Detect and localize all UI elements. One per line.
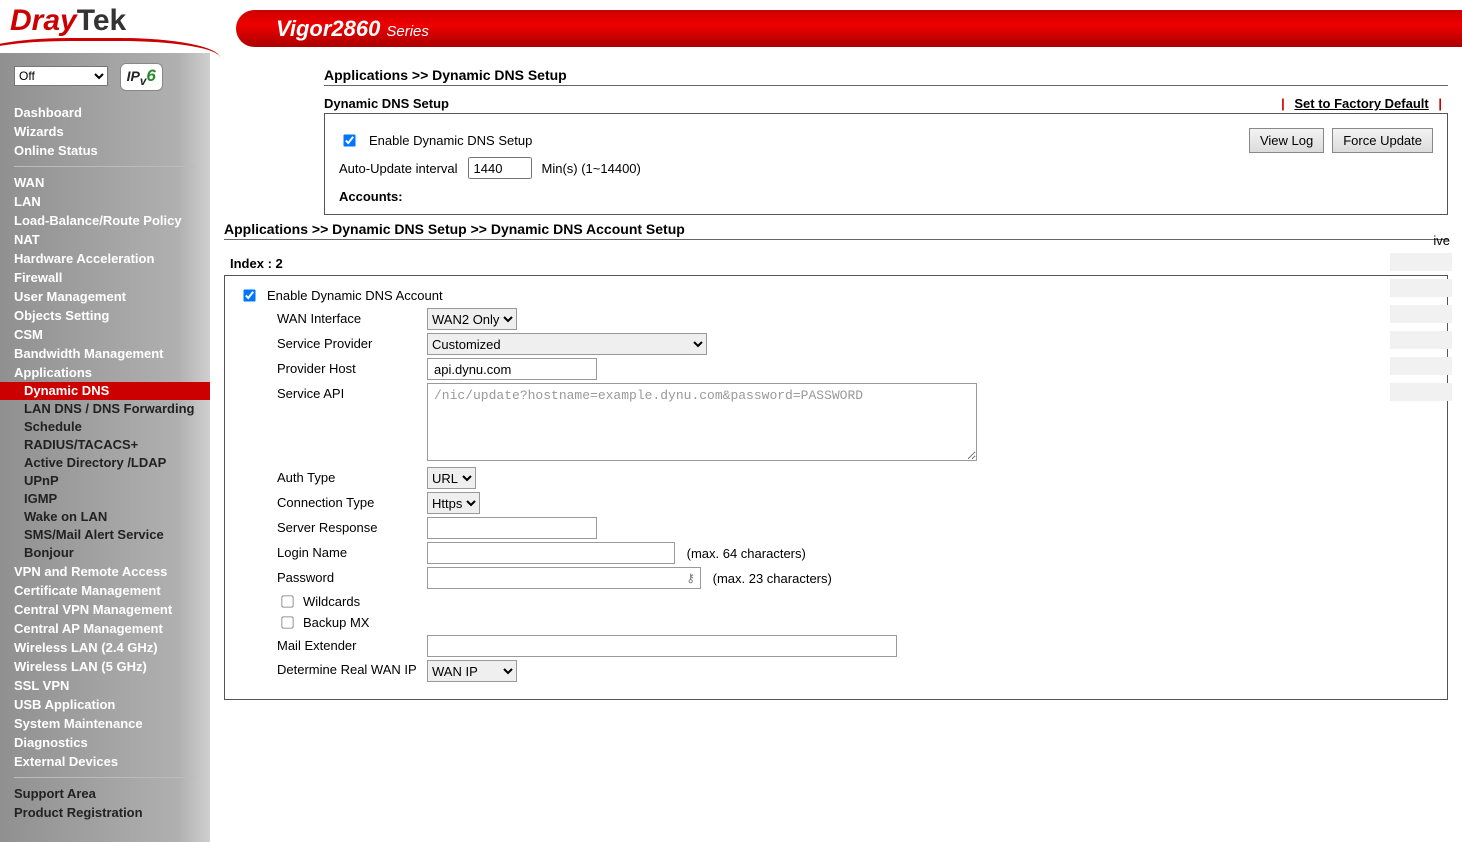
login-hint: (max. 64 characters) [687,546,806,561]
nav-sub-igmp[interactable]: IGMP [0,490,210,508]
provider-host-input[interactable] [427,358,597,380]
nav-dashboard[interactable]: Dashboard [0,103,210,122]
ddns-setup-panel: Enable Dynamic DNS Setup View Log Force … [324,113,1448,215]
nav-support-area[interactable]: Support Area [0,784,210,803]
connection-type-select[interactable]: Https [427,492,480,514]
nav-objects-setting[interactable]: Objects Setting [0,306,210,325]
wan-interface-select[interactable]: WAN2 Only [427,308,517,330]
login-name-input[interactable] [427,542,675,564]
nav-firewall[interactable]: Firewall [0,268,210,287]
nav-sub-radius[interactable]: RADIUS/TACACS+ [0,436,210,454]
model-banner: Vigor2860Series [236,10,1462,47]
nav-central-vpn[interactable]: Central VPN Management [0,600,210,619]
determine-wan-select[interactable]: WAN IP [427,660,517,682]
mail-extender-input[interactable] [427,635,897,657]
auto-update-input[interactable] [468,157,532,179]
breadcrumb-2: Applications >> Dynamic DNS Setup >> Dyn… [224,221,1448,237]
nav-diagnostics[interactable]: Diagnostics [0,733,210,752]
nav-sub-sms-mail[interactable]: SMS/Mail Alert Service [0,526,210,544]
nav-wlan-5[interactable]: Wireless LAN (5 GHz) [0,657,210,676]
password-input[interactable] [427,567,701,589]
nav-sub-upnp[interactable]: UPnP [0,472,210,490]
auth-type-select[interactable]: URL [427,467,476,489]
nav-wizards[interactable]: Wizards [0,122,210,141]
label-provider-host: Provider Host [277,358,427,376]
nav-sub-schedule[interactable]: Schedule [0,418,210,436]
enable-ddns-checkbox[interactable] [343,134,355,146]
enable-ddns-label: Enable Dynamic DNS Setup [369,133,532,148]
label-login-name: Login Name [277,542,427,560]
label-server-response: Server Response [277,517,427,535]
nav-nat[interactable]: NAT [0,230,210,249]
nav-usb-app[interactable]: USB Application [0,695,210,714]
service-api-textarea[interactable]: /nic/update?hostname=example.dynu.com&pa… [427,383,977,461]
sidebar: Off IPv6 Dashboard Wizards Online Status… [0,53,210,842]
label-service-provider: Service Provider [277,333,427,351]
index-label: Index : 2 [230,256,1448,271]
nav-hw-accel[interactable]: Hardware Acceleration [0,249,210,268]
nav-wan[interactable]: WAN [0,173,210,192]
label-password: Password [277,567,427,585]
logo-swoosh [0,30,250,50]
nav-online-status[interactable]: Online Status [0,141,210,160]
force-update-button[interactable]: Force Update [1332,128,1433,153]
label-mail-extender: Mail Extender [277,635,427,653]
obscured-table-rows [1390,253,1452,409]
view-log-button[interactable]: View Log [1249,128,1324,153]
nav-central-ap[interactable]: Central AP Management [0,619,210,638]
nav-ext-devices[interactable]: External Devices [0,752,210,771]
pipe-icon: | [1438,96,1442,111]
breadcrumb-1: Applications >> Dynamic DNS Setup [324,67,1448,83]
enable-account-label: Enable Dynamic DNS Account [267,288,443,303]
section-title-ddns-setup: Dynamic DNS Setup [324,96,449,111]
nav-sub-ad-ldap[interactable]: Active Directory /LDAP [0,454,210,472]
nav-vpn-remote[interactable]: VPN and Remote Access [0,562,210,581]
auto-update-label: Auto-Update interval [339,161,458,176]
enable-account-checkbox[interactable] [243,289,255,301]
accounts-heading: Accounts: [339,189,1433,204]
backup-mx-label: Backup MX [303,615,369,630]
backup-mx-checkbox[interactable] [281,616,293,628]
nav-csm[interactable]: CSM [0,325,210,344]
nav-sys-maint[interactable]: System Maintenance [0,714,210,733]
nav-sub-lan-dns[interactable]: LAN DNS / DNS Forwarding [0,400,210,418]
password-hint: (max. 23 characters) [713,571,832,586]
pipe-icon: | [1281,96,1285,111]
nav-applications[interactable]: Applications [0,363,210,382]
ddns-account-panel: Enable Dynamic DNS Account WAN Interface… [224,275,1448,700]
nav-user-mgmt[interactable]: User Management [0,287,210,306]
server-response-input[interactable] [427,517,597,539]
auto-update-suffix: Min(s) (1~14400) [542,161,641,176]
label-service-api: Service API [277,383,427,401]
nav-wlan-24[interactable]: Wireless LAN (2.4 GHz) [0,638,210,657]
partial-column-header: ive [1433,233,1450,248]
nav-cert-mgmt[interactable]: Certificate Management [0,581,210,600]
nav-sub-dynamic-dns[interactable]: Dynamic DNS [0,382,210,400]
service-provider-select[interactable]: Customized [427,333,707,355]
nav-ssl-vpn[interactable]: SSL VPN [0,676,210,695]
label-determine-wan: Determine Real WAN IP [277,660,427,677]
nav-bandwidth-mgmt[interactable]: Bandwidth Management [0,344,210,363]
wildcards-checkbox[interactable] [281,595,293,607]
label-wan-if: WAN Interface [277,308,427,326]
nav-sub-bonjour[interactable]: Bonjour [0,544,210,562]
label-conn-type: Connection Type [277,492,427,510]
wildcards-label: Wildcards [303,594,360,609]
factory-default-link[interactable]: Set to Factory Default [1294,96,1428,111]
nav-product-reg[interactable]: Product Registration [0,803,210,822]
nav-sub-wol[interactable]: Wake on LAN [0,508,210,526]
nav-lan[interactable]: LAN [0,192,210,211]
label-auth-type: Auth Type [277,467,427,485]
nav-load-balance[interactable]: Load-Balance/Route Policy [0,211,210,230]
